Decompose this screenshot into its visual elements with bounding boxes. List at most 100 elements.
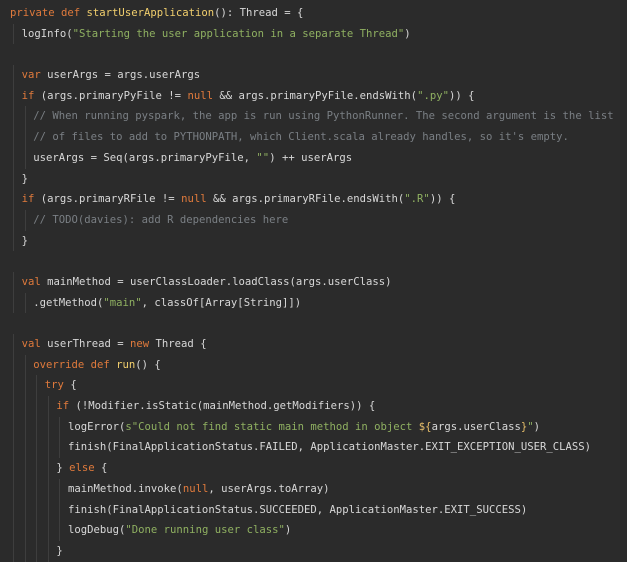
indent-guide (24, 209, 26, 231)
code-line[interactable]: if (!Modifier.isStatic(mainMethod.getMod… (0, 396, 627, 417)
code-line[interactable]: var userArgs = args.userArgs (0, 65, 627, 86)
code-token: override def (33, 358, 117, 371)
indent-guide (13, 540, 14, 562)
indent-guide (13, 271, 14, 293)
code-line[interactable]: try { (0, 375, 627, 397)
indent-guide (59, 437, 61, 459)
indent-guide (13, 375, 14, 397)
code-token: () { (135, 358, 161, 371)
code-token: args.userClass (431, 420, 521, 433)
code-line[interactable] (0, 44, 627, 65)
code-line[interactable]: val userThread = new Thread { (0, 334, 627, 355)
indent-guide (13, 478, 14, 500)
code-line[interactable]: finish(FinalApplicationStatus.SUCCEEDED,… (0, 499, 627, 521)
code-line[interactable]: .getMethod("main", classOf[Array[String]… (0, 292, 627, 314)
code-line[interactable]: } (0, 540, 627, 562)
code-token: } (21, 172, 28, 185)
indent-guide (24, 292, 26, 314)
code-token: val (21, 275, 48, 288)
code-line[interactable]: // TODO(davies): add R dependencies here (0, 209, 627, 231)
code-line[interactable]: } else { (0, 458, 627, 479)
indent-guide (13, 354, 14, 376)
code-line[interactable]: // When running pyspark, the app is run … (0, 106, 627, 128)
indent-guide (24, 499, 26, 521)
code-line-content: private def startUserApplication(): Thre… (10, 7, 303, 19)
code-line-content: var userArgs = args.userArgs (10, 69, 201, 82)
code-token: new (130, 338, 156, 350)
code-token: { (70, 379, 77, 392)
code-token: // When running pyspark, the app is run … (33, 110, 614, 123)
code-line[interactable] (0, 251, 627, 272)
code-token: } (56, 462, 70, 475)
code-line[interactable]: mainMethod.invoke(null, userArgs.toArray… (0, 478, 627, 500)
code-line[interactable]: if (args.primaryRFile != null && args.pr… (0, 189, 627, 210)
indent-guide (13, 334, 14, 355)
indent-guide (13, 106, 14, 128)
code-token: , classOf[Array[String]]) (141, 296, 302, 309)
code-line-content: val mainMethod = userClassLoader.loadCla… (10, 276, 392, 288)
indent-guide (13, 520, 14, 541)
code-token: null (182, 482, 209, 495)
code-token: Thread { (155, 338, 207, 350)
code-token: ) (284, 524, 292, 537)
code-token: if (21, 193, 41, 206)
code-line[interactable]: if (args.primaryPyFile != null && args.p… (0, 85, 627, 107)
indent-guide (47, 520, 49, 541)
indent-guide (24, 354, 26, 376)
indent-guide (47, 437, 49, 459)
code-line[interactable]: // of files to add to PYTHONPATH, which … (0, 127, 627, 148)
code-line[interactable]: } (0, 230, 627, 252)
code-line[interactable]: userArgs = Seq(args.primaryPyFile, "") +… (0, 147, 627, 169)
indent-guide (36, 375, 38, 397)
code-token: if (21, 89, 41, 102)
code-token: "" (256, 151, 270, 164)
indent-guide (13, 437, 14, 459)
indent-guide (24, 416, 26, 438)
code-line-content: logInfo("Starting the user application i… (10, 28, 411, 40)
code-token: null (181, 193, 207, 206)
code-line[interactable] (0, 313, 627, 334)
code-line[interactable]: val mainMethod = userClassLoader.loadCla… (0, 271, 627, 293)
indent-guide (24, 375, 26, 397)
indent-guide (24, 127, 26, 148)
code-line[interactable]: finish(FinalApplicationStatus.FAILED, Ap… (0, 437, 627, 459)
code-token: logDebug( (68, 524, 126, 537)
indent-guide (24, 147, 26, 169)
indent-guide (47, 499, 49, 521)
code-token: s"Could not find static main method in o… (125, 420, 419, 433)
code-editor[interactable]: private def startUserApplication(): Thre… (0, 0, 627, 562)
code-line[interactable]: private def startUserApplication(): Thre… (0, 3, 627, 24)
code-line[interactable]: logDebug("Done running user class") (0, 520, 627, 541)
code-token: ".py" (417, 89, 449, 102)
code-token: && args.primaryPyFile.endsWith( (212, 89, 418, 102)
code-token: run (116, 358, 136, 371)
code-line[interactable]: logError(s"Could not find static main me… (0, 416, 627, 438)
code-token: } (21, 234, 28, 247)
code-line-content: // TODO(davies): add R dependencies here (10, 214, 288, 226)
code-token: userArgs = args.userArgs (47, 69, 201, 82)
code-token: ) (404, 27, 411, 40)
code-line[interactable]: } (0, 168, 627, 190)
code-token: finish(FinalApplicationStatus.FAILED, Ap… (68, 441, 591, 454)
indent-guide (36, 540, 38, 562)
code-token: // TODO(davies): add R dependencies here (33, 213, 289, 226)
code-line-content: finish(FinalApplicationStatus.FAILED, Ap… (10, 441, 591, 453)
indent-guide (13, 23, 14, 45)
indent-guide (13, 85, 14, 107)
indent-guide (47, 478, 49, 500)
code-line[interactable]: logInfo("Starting the user application i… (0, 23, 627, 45)
code-token: ) ++ userArgs (269, 151, 353, 164)
code-token: (args.primaryRFile != (40, 193, 182, 206)
indent-guide (13, 189, 14, 210)
indent-guide (36, 437, 38, 459)
code-line[interactable]: override def run() { (0, 354, 627, 376)
code-token: && args.primaryRFile.endsWith( (206, 193, 405, 206)
code-token: try (44, 379, 71, 392)
code-token: userThread = (47, 338, 131, 350)
indent-guide (13, 65, 14, 86)
code-token: // of files to add to PYTHONPATH, which … (33, 131, 569, 144)
code-token: else (69, 462, 102, 475)
code-token: "Starting the user application in a sepa… (72, 27, 405, 40)
code-line-content: logError(s"Could not find static main me… (10, 421, 540, 433)
code-line-content: .getMethod("main", classOf[Array[String]… (10, 297, 301, 309)
